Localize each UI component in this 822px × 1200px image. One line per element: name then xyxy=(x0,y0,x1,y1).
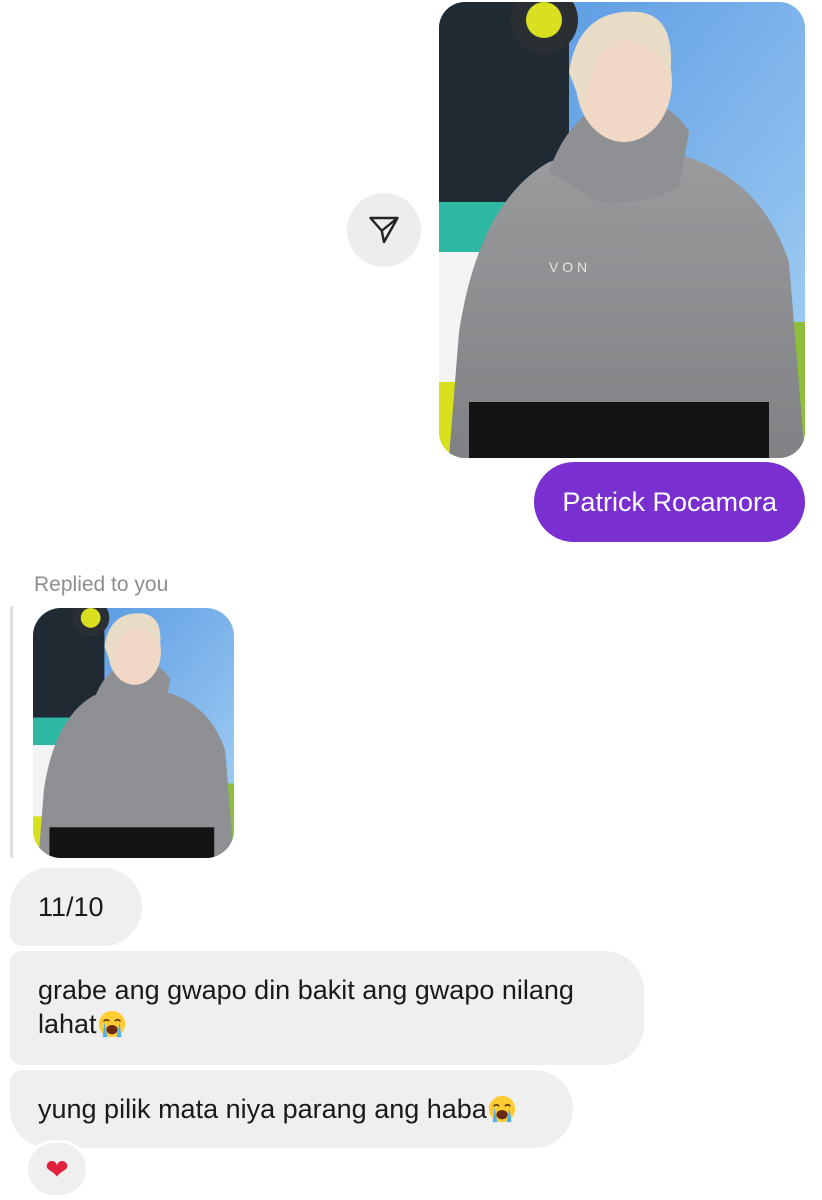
sent-message-bubble[interactable]: Patrick Rocamora xyxy=(534,462,805,542)
loudly-crying-face-icon xyxy=(488,1095,515,1123)
reply-photo-illustration xyxy=(33,608,234,858)
share-button[interactable] xyxy=(347,193,421,267)
svg-text:V O N: V O N xyxy=(549,259,587,275)
sent-message-text: Patrick Rocamora xyxy=(562,486,777,517)
reply-photo[interactable] xyxy=(33,608,234,858)
received-message-bubble[interactable]: grabe ang gwapo din bakit ang gwapo nila… xyxy=(10,951,644,1065)
heart-reaction[interactable]: ❤ xyxy=(25,1140,89,1198)
message-text: 11/10 xyxy=(38,892,104,922)
photo-illustration: V O N xyxy=(439,2,805,458)
send-icon xyxy=(369,216,399,244)
received-message-bubble[interactable]: 11/10 xyxy=(10,868,142,946)
received-message-bubble[interactable]: yung pilik mata niya parang ang haba xyxy=(10,1070,573,1148)
sent-photo[interactable]: V O N xyxy=(439,2,805,458)
heart-icon: ❤ xyxy=(45,1153,69,1185)
loudly-crying-face-icon xyxy=(98,1010,125,1038)
message-text: yung pilik mata niya parang ang haba xyxy=(38,1094,487,1124)
reply-quote-bar xyxy=(10,606,13,858)
replied-to-you-label: Replied to you xyxy=(34,573,169,596)
